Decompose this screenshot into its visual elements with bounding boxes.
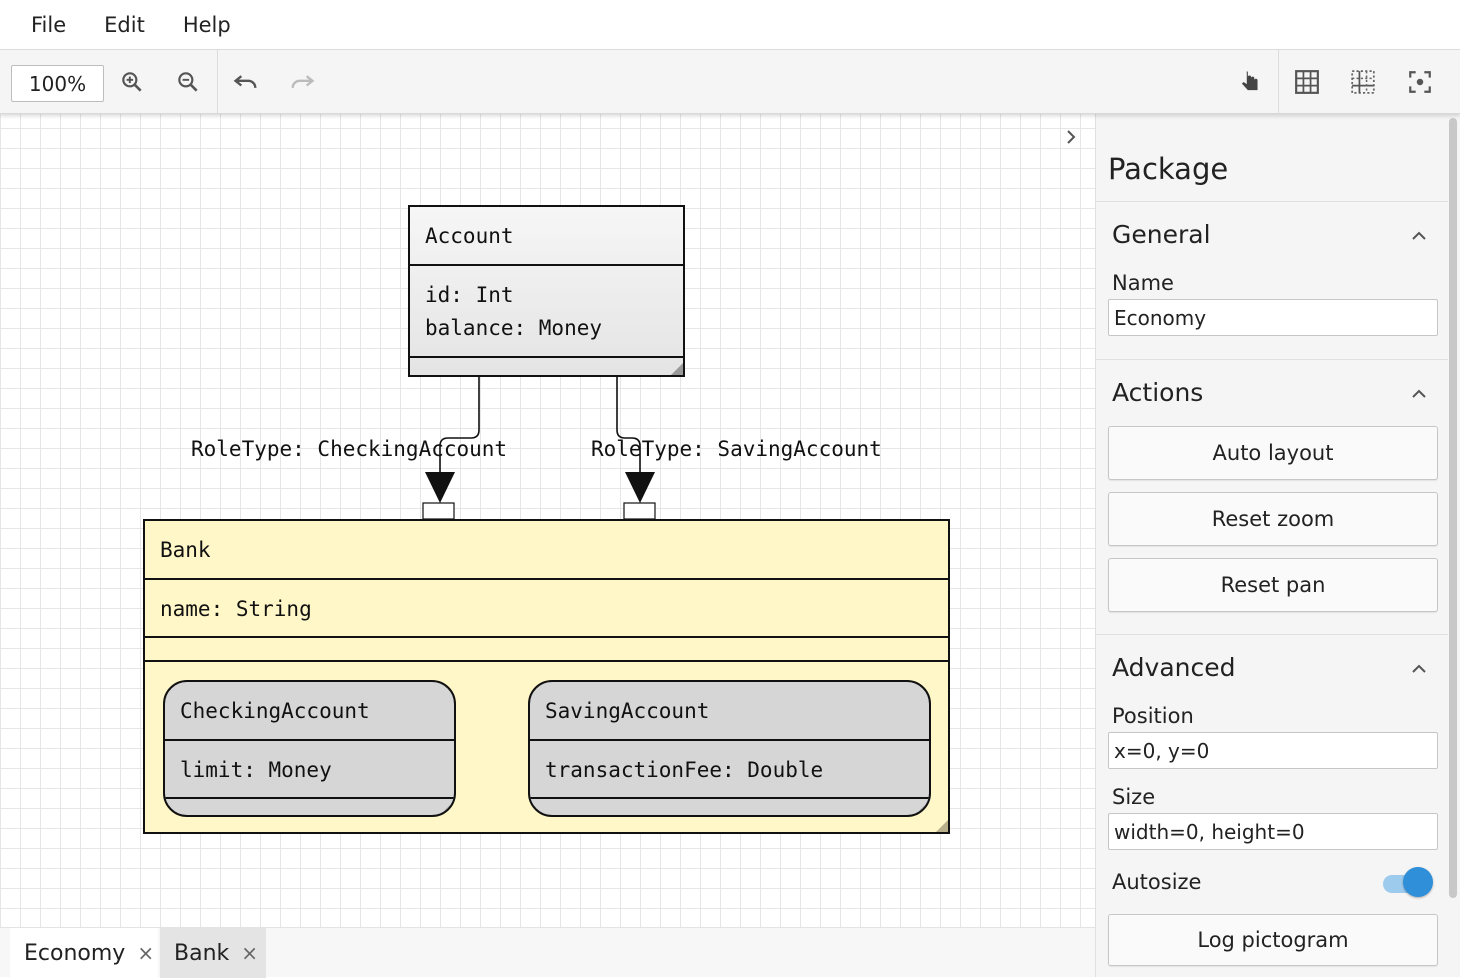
resize-handle[interactable] (440, 801, 454, 815)
attribute: name: String (160, 597, 312, 621)
undo-button[interactable] (228, 64, 264, 100)
position-field[interactable]: x=0, y=0 (1108, 732, 1438, 769)
role-label-saving[interactable]: RoleType: SavingAccount (591, 437, 882, 461)
reset-pan-button[interactable]: Reset pan (1108, 558, 1438, 612)
tab-label: Bank (174, 940, 230, 966)
tab-label: Economy (24, 940, 126, 966)
section-advanced-title[interactable]: Advanced (1112, 653, 1236, 682)
attribute: transactionFee: Double (545, 758, 824, 782)
reset-zoom-button[interactable]: Reset zoom (1108, 492, 1438, 546)
zoom-in-icon (122, 72, 142, 92)
section-general-title[interactable]: General (1112, 220, 1211, 249)
role-saving-account[interactable]: SavingAccount transactionFee: Double (528, 680, 931, 817)
snap-to-grid-button[interactable] (1345, 64, 1381, 100)
properties-panel: Package General Name Economy Actions Aut… (1095, 114, 1460, 977)
menu-edit[interactable]: Edit (85, 13, 164, 37)
panel-scrollbar[interactable] (1449, 118, 1457, 898)
divider (530, 797, 929, 799)
zoom-level-input[interactable]: 100% (11, 65, 104, 102)
divider (410, 264, 683, 266)
diagram-tabs: Economy × Bank × (0, 927, 1095, 978)
autosize-label: Autosize (1112, 870, 1202, 894)
divider (165, 797, 454, 799)
diagram-canvas[interactable]: RoleType: CheckingAccount RoleType: Savi… (0, 114, 1095, 927)
fit-screen-icon (1409, 71, 1431, 93)
class-name: CheckingAccount (180, 699, 370, 723)
divider (1096, 634, 1448, 635)
pan-mode-button[interactable] (1232, 64, 1268, 100)
divider (145, 660, 948, 662)
port-saving (623, 502, 656, 520)
attribute: limit: Money (180, 758, 332, 782)
divider (530, 739, 929, 741)
redo-icon (291, 75, 315, 89)
chevron-up-icon[interactable] (1410, 660, 1428, 678)
attribute: id: Int (425, 283, 514, 307)
role-label-checking[interactable]: RoleType: CheckingAccount (191, 437, 507, 461)
position-label: Position (1112, 704, 1194, 728)
arrowhead-checking (425, 472, 455, 503)
divider (1096, 359, 1448, 360)
zoom-in-button[interactable] (114, 64, 150, 100)
divider (145, 578, 948, 580)
class-name: SavingAccount (545, 699, 710, 723)
role-checking-account[interactable]: CheckingAccount limit: Money (163, 680, 456, 817)
toolbar-divider (1278, 50, 1279, 114)
toolbar-divider (217, 50, 218, 114)
redo-button[interactable] (284, 64, 320, 100)
resize-handle[interactable] (671, 363, 683, 375)
tab-economy[interactable]: Economy × (10, 928, 158, 978)
size-field[interactable]: width=0, height=0 (1108, 813, 1438, 850)
snap-grid-icon (1351, 70, 1375, 94)
grid-icon (1295, 70, 1319, 94)
close-icon[interactable]: × (241, 941, 258, 965)
divider (145, 636, 948, 638)
chevron-up-icon[interactable] (1410, 227, 1428, 245)
attribute: balance: Money (425, 316, 603, 340)
divider (410, 356, 683, 358)
menu-file[interactable]: File (12, 13, 85, 37)
class-name: Account (425, 224, 514, 248)
undo-icon (233, 75, 257, 89)
resize-handle[interactable] (936, 820, 948, 832)
port-checking (422, 502, 455, 520)
grid-toggle-button[interactable] (1289, 64, 1325, 100)
close-icon[interactable]: × (137, 941, 154, 965)
menu-bar: File Edit Help (0, 0, 1460, 50)
panel-title: Package (1108, 152, 1229, 186)
resize-handle[interactable] (915, 801, 929, 815)
fit-screen-button[interactable] (1402, 64, 1438, 100)
class-name: Bank (160, 538, 211, 562)
menu-help[interactable]: Help (164, 13, 250, 37)
auto-layout-button[interactable]: Auto layout (1108, 426, 1438, 480)
arrowhead-saving (625, 472, 655, 503)
log-pictogram-button[interactable]: Log pictogram (1108, 914, 1438, 966)
zoom-out-icon (178, 72, 198, 92)
class-bank[interactable]: Bank name: String CheckingAccount limit:… (143, 519, 950, 834)
section-actions-title[interactable]: Actions (1112, 378, 1203, 407)
toolbar: 100% (0, 50, 1460, 114)
tab-bank[interactable]: Bank × (160, 928, 266, 978)
zoom-out-button[interactable] (170, 64, 206, 100)
divider (1096, 201, 1448, 202)
size-label: Size (1112, 785, 1156, 809)
pan-hand-icon (1241, 71, 1258, 91)
name-label: Name (1112, 271, 1174, 295)
divider (165, 739, 454, 741)
chevron-up-icon[interactable] (1410, 385, 1428, 403)
name-field[interactable]: Economy (1108, 299, 1438, 336)
class-account[interactable]: Account id: Int balance: Money (408, 205, 685, 377)
autosize-toggle-knob[interactable] (1403, 867, 1433, 897)
